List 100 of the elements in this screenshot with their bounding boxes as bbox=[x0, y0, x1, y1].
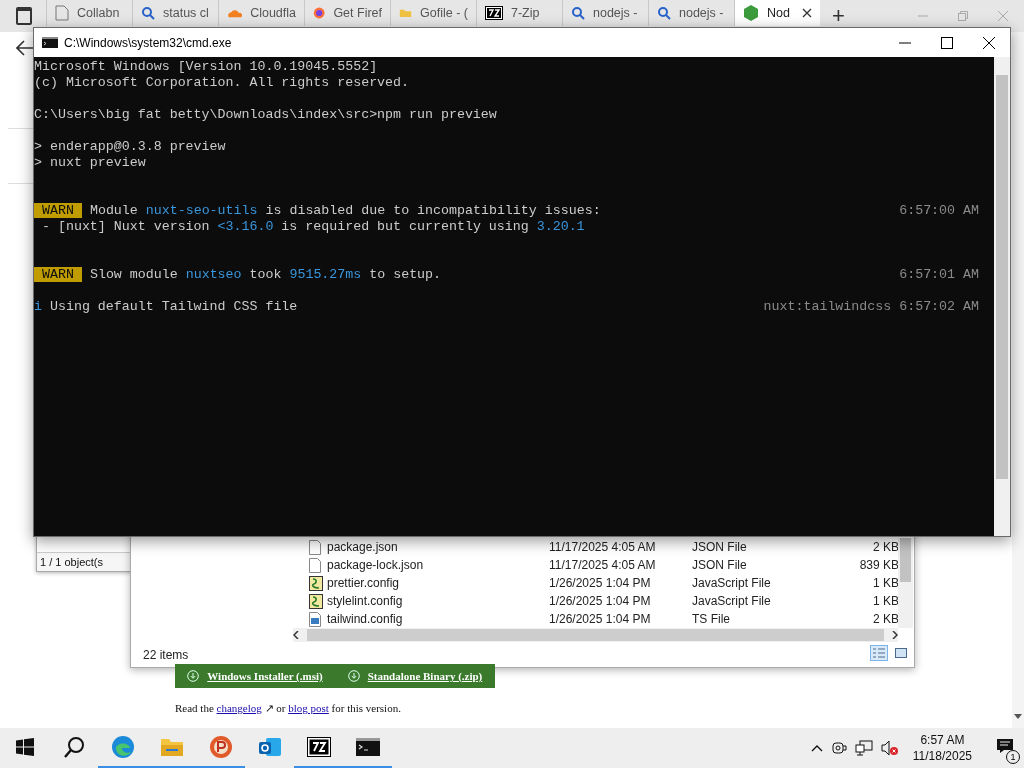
vertical-scrollbar[interactable] bbox=[898, 538, 913, 628]
palette-icon[interactable] bbox=[208, 735, 233, 759]
download-icon bbox=[187, 670, 200, 682]
browser-tab[interactable]: nodejs - bbox=[562, 0, 648, 26]
tab-title: Gofile - ( bbox=[420, 6, 468, 20]
document-icon bbox=[309, 557, 321, 573]
download-link[interactable]: Standalone Binary (.zip) bbox=[335, 664, 495, 688]
network-icon[interactable] bbox=[854, 740, 873, 756]
folder-icon bbox=[399, 7, 413, 19]
file-row[interactable]: package-lock.json 11/17/2025 4:05 AM JSON File 839 KB bbox=[309, 556, 899, 574]
search-icon bbox=[141, 6, 155, 20]
back-arrow-icon[interactable] bbox=[16, 40, 34, 56]
globe-icon bbox=[313, 5, 326, 21]
text-link[interactable]: blog post bbox=[288, 702, 329, 714]
browser-tab[interactable]: Cloudfla bbox=[218, 0, 304, 26]
file-name: package.json bbox=[327, 540, 399, 554]
console-scrollbar[interactable] bbox=[994, 57, 1010, 536]
item-count: 22 items bbox=[143, 648, 189, 662]
browser-tab[interactable]: Get Firef bbox=[304, 0, 390, 26]
notification-count: 1 bbox=[1006, 750, 1020, 764]
console-line: > enderapp@0.3.8 preview bbox=[34, 139, 226, 155]
console-line: > nuxt preview bbox=[34, 155, 146, 171]
file-row[interactable]: package.json 11/17/2025 4:05 AM JSON File 2 KB bbox=[309, 538, 899, 556]
browser-tab[interactable]: 7-Zip bbox=[476, 0, 562, 26]
release-note: Read the changelog ↗ or blog post for this version. bbox=[175, 702, 401, 715]
file-name: package-lock.json bbox=[327, 558, 425, 572]
file-type: JSON File bbox=[692, 540, 748, 554]
window-title: C:\Windows\system32\cmd.exe bbox=[64, 35, 232, 50]
log-timestamp: 6:57:01 AM bbox=[899, 267, 979, 283]
file-size: 2 KB bbox=[872, 540, 899, 554]
console-line: WARN Slow module nuxtseo took 9515.27ms to setup. bbox=[34, 267, 442, 283]
maximize-icon[interactable] bbox=[941, 36, 953, 49]
browser-tab[interactable]: Collabn bbox=[46, 0, 132, 26]
search-icon bbox=[657, 6, 671, 20]
horizontal-scrollbar[interactable] bbox=[293, 628, 898, 642]
details-view-icon bbox=[873, 648, 885, 658]
file-date: 1/26/2025 1:04 PM bbox=[549, 612, 652, 626]
muted-speaker-icon[interactable] bbox=[880, 740, 899, 756]
browser-tab[interactable]: Gofile - ( bbox=[390, 0, 476, 26]
view-toggle[interactable] bbox=[892, 645, 910, 661]
download-link[interactable]: Windows Installer (.msi) bbox=[175, 664, 335, 688]
file-size: 1 KB bbox=[872, 594, 899, 608]
text-link[interactable]: changelog bbox=[216, 702, 262, 714]
file-name: stylelint.config bbox=[327, 594, 404, 608]
console-line: Microsoft Windows [Version 10.0.19045.5552] bbox=[34, 59, 378, 75]
download-icon bbox=[347, 670, 360, 682]
tab-title: Nod bbox=[767, 6, 790, 20]
search-icon bbox=[571, 6, 585, 20]
close-icon[interactable] bbox=[802, 8, 812, 18]
tab-title: status cl bbox=[163, 6, 209, 20]
chevron-up-icon[interactable] bbox=[810, 744, 823, 752]
file-row[interactable]: stylelint.config 1/26/2025 1:04 PM JavaScript File 1 KB bbox=[309, 592, 899, 610]
file-type: TS File bbox=[692, 612, 731, 626]
script-file-icon bbox=[309, 593, 323, 609]
console-app-icon bbox=[42, 37, 58, 48]
log-timestamp: 6:57:00 AM bbox=[899, 203, 979, 219]
file-name: tailwind.config bbox=[327, 612, 404, 626]
hexagon-icon bbox=[743, 4, 759, 22]
browser-tab[interactable]: Nod bbox=[734, 0, 820, 26]
close-icon[interactable] bbox=[983, 36, 995, 49]
file-name: prettier.config bbox=[327, 576, 401, 590]
tab-actions-icon[interactable] bbox=[16, 7, 32, 25]
browser-tab[interactable]: status cl bbox=[132, 0, 218, 26]
tab-title: nodejs - bbox=[593, 6, 638, 20]
folder-icon[interactable] bbox=[159, 737, 184, 757]
archive-icon bbox=[485, 6, 503, 20]
browser-icon[interactable] bbox=[110, 735, 135, 759]
search-icon[interactable] bbox=[62, 736, 85, 758]
scroll-down-icon[interactable] bbox=[1014, 714, 1022, 719]
file-size: 1 KB bbox=[872, 576, 899, 590]
cloud-icon bbox=[227, 7, 243, 19]
mail-icon[interactable] bbox=[257, 736, 282, 758]
file-date: 11/17/2025 4:05 AM bbox=[549, 540, 657, 554]
file-date: 11/17/2025 4:05 AM bbox=[549, 558, 657, 572]
file-row[interactable]: prettier.config 1/26/2025 1:04 PM JavaScript File 1 KB bbox=[309, 574, 899, 592]
scroll-right-icon[interactable] bbox=[892, 631, 898, 639]
file-row[interactable]: tailwind.config 1/26/2025 1:04 PM TS File 2 KB bbox=[309, 610, 899, 628]
terminal-icon[interactable] bbox=[355, 738, 380, 756]
tab-title: Cloudfla bbox=[250, 6, 296, 20]
archive-icon[interactable] bbox=[306, 737, 331, 757]
console-line: i Using default Tailwind CSS file bbox=[34, 299, 298, 315]
tab-title: Collabn bbox=[77, 6, 120, 20]
clock[interactable]: 6:57 AM 11/18/2025 bbox=[912, 732, 972, 764]
document-icon bbox=[309, 539, 321, 555]
page-scrollbar[interactable] bbox=[1012, 32, 1024, 728]
time-text: 6:57 AM bbox=[920, 732, 965, 748]
scroll-left-icon[interactable] bbox=[293, 631, 299, 639]
page-icon bbox=[55, 5, 69, 21]
tab-title: Get Firef bbox=[333, 6, 382, 20]
console-line: - [nuxt] Nuxt version <3.16.0 is required but currently using 3.20.1 bbox=[40, 219, 585, 235]
console-line: (c) Microsoft Corporation. All rights reserved. bbox=[34, 75, 410, 91]
notification-icon[interactable] bbox=[996, 738, 1014, 754]
console-line: WARN Module nuxt-seo-utils is disabled due to incompatibility issues: bbox=[34, 203, 601, 219]
file-size: 839 KB bbox=[858, 558, 899, 572]
file-date: 1/26/2025 1:04 PM bbox=[549, 576, 652, 590]
camera-icon[interactable] bbox=[830, 740, 847, 756]
code-file-icon bbox=[309, 611, 321, 627]
view-toggle[interactable] bbox=[870, 645, 888, 661]
new-tab-button[interactable]: + bbox=[832, 3, 845, 29]
windows-logo-icon[interactable] bbox=[15, 738, 34, 756]
